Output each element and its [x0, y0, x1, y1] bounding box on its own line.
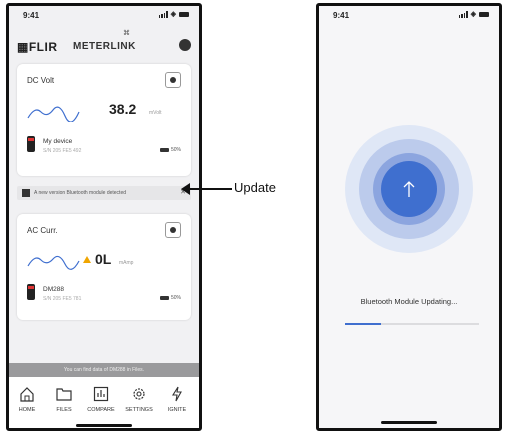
- device-name: My device: [43, 138, 73, 145]
- progress-fill: [345, 323, 382, 325]
- device-battery: 50%: [159, 147, 181, 153]
- record-button[interactable]: [165, 222, 181, 238]
- battery-icon: [179, 11, 189, 17]
- tab-label: HOME: [18, 407, 36, 413]
- status-bar: 9:41 ◈: [9, 6, 199, 24]
- status-bar: 9:41 ◈: [319, 6, 499, 24]
- wifi-icon: ◈: [170, 11, 176, 18]
- wireless-icon: ⌘: [123, 30, 130, 37]
- compare-icon: [83, 385, 119, 403]
- ignite-icon: [159, 385, 195, 403]
- tab-label: IGNITE: [167, 407, 187, 413]
- battery-icon: [159, 296, 169, 300]
- bluetooth-update-notice[interactable]: A new version Bluetooth module detected …: [17, 186, 191, 200]
- bluetooth-update-screen: 9:41 ◈ Bluetooth Module Updating...: [316, 3, 502, 431]
- folder-icon: [46, 385, 82, 403]
- multimeter-icon: [27, 284, 35, 300]
- card-title: DC Volt: [27, 76, 55, 85]
- battery-icon: [479, 11, 489, 17]
- tab-home[interactable]: HOME: [9, 385, 45, 413]
- dc-volt-card[interactable]: DC Volt 38.2 mVolt My device S/N 205 FE5…: [17, 64, 191, 176]
- device-serial: S/N 205 FE5 492: [43, 148, 82, 154]
- status-icons: ◈: [458, 10, 489, 18]
- meterlink-home-screen: 9:41 ◈ ▦FLIR ⌘ METERLINK DC Volt 38.2 mV…: [6, 3, 202, 431]
- tab-ignite[interactable]: IGNITE: [159, 385, 195, 413]
- warning-icon: [83, 256, 91, 263]
- device-name: DM288: [43, 286, 64, 293]
- record-button[interactable]: [165, 72, 181, 88]
- tab-label: COMPARE: [87, 407, 115, 413]
- tab-compare[interactable]: COMPARE: [83, 385, 119, 413]
- home-indicator[interactable]: [381, 421, 437, 424]
- status-time: 9:41: [333, 11, 350, 20]
- tab-files[interactable]: FILES: [46, 385, 82, 413]
- tab-settings[interactable]: SETTINGS: [121, 385, 157, 413]
- multimeter-icon: [27, 136, 35, 152]
- waveform-graph: [27, 106, 80, 122]
- files-hint-banner: You can find data of DM288 in Files.: [9, 363, 199, 377]
- battery-icon: [159, 148, 169, 152]
- ac-current-card[interactable]: AC Curr. 0L mAmp DM288 S/N 205 FE5 781 5…: [17, 214, 191, 320]
- wifi-icon: ◈: [470, 11, 476, 18]
- annotation-arrow-line: [188, 188, 232, 190]
- tab-label: SETTINGS: [125, 407, 153, 413]
- device-serial: S/N 205 FE5 781: [43, 296, 82, 302]
- profile-icon[interactable]: [179, 39, 191, 51]
- meterlink-logo: METERLINK: [73, 41, 136, 52]
- app-header: ▦FLIR ⌘ METERLINK: [9, 30, 199, 56]
- bottom-tab-bar: HOME FILES COMPARE SETTINGS IGNITE: [9, 377, 199, 428]
- upload-arrow-icon: [381, 161, 437, 217]
- waveform-graph: [27, 255, 80, 270]
- tab-label: FILES: [56, 407, 72, 413]
- record-icon: [170, 227, 176, 233]
- home-icon: [9, 385, 45, 403]
- gear-icon: [121, 385, 157, 403]
- reading-unit: mAmp: [119, 260, 134, 266]
- update-status-text: Bluetooth Module Updating...: [360, 297, 458, 306]
- status-time: 9:41: [23, 11, 40, 20]
- flir-logo: ▦FLIR: [17, 40, 58, 54]
- reading-value: 0L: [95, 251, 112, 267]
- reading-value: 38.2: [109, 101, 137, 117]
- record-icon: [170, 77, 176, 83]
- device-battery: 50%: [159, 295, 181, 301]
- home-indicator[interactable]: [76, 424, 132, 427]
- signal-icon: [158, 10, 168, 18]
- annotation-arrow-head: [181, 183, 190, 195]
- reading-unit: mVolt: [149, 110, 162, 116]
- card-title: AC Curr.: [27, 226, 58, 235]
- update-progress-bar: [345, 323, 479, 325]
- status-icons: ◈: [158, 10, 189, 18]
- update-annotation-label: Update: [234, 180, 276, 195]
- info-icon: [22, 189, 30, 197]
- notice-text: A new version Bluetooth module detected: [34, 190, 127, 196]
- signal-icon: [458, 10, 468, 18]
